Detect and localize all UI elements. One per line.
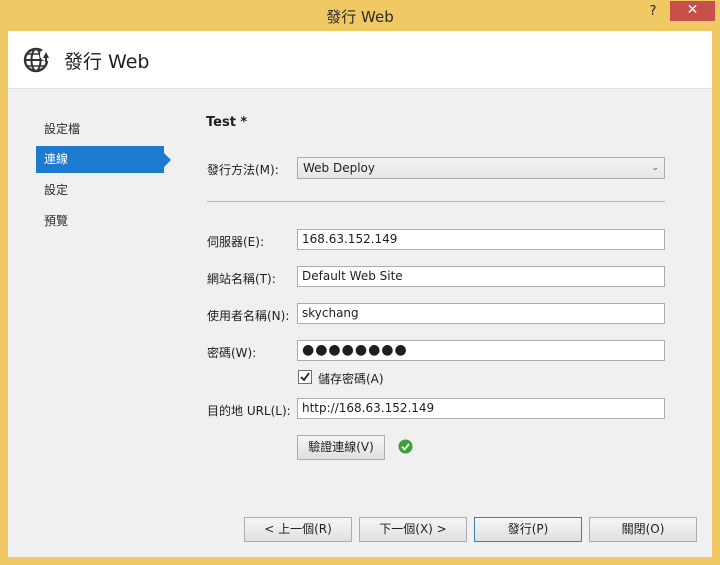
dialog-header: 發行 Web <box>8 31 712 89</box>
publish-method-label: 發行方法(M): <box>207 163 279 177</box>
success-check-icon <box>398 439 413 454</box>
nav-item-connection[interactable]: 連線 <box>36 146 164 173</box>
globe-publish-icon <box>23 47 52 73</box>
dialog-title: 發行 Web <box>64 51 150 73</box>
checkmark-icon <box>300 372 310 382</box>
active-nav-arrow-icon <box>164 153 171 167</box>
close-button[interactable]: 關閉(O) <box>589 517 697 542</box>
close-window-button[interactable]: ✕ <box>670 1 715 21</box>
publish-method-value: Web Deploy <box>303 161 375 175</box>
nav-item-profile[interactable]: 設定檔 <box>36 116 164 143</box>
window-title: 發行 Web <box>326 8 394 26</box>
profile-name: Test * <box>206 115 248 130</box>
save-password-checkbox[interactable] <box>298 370 312 384</box>
password-input[interactable]: ●●●●●●●● <box>297 340 665 361</box>
chevron-down-icon: ⌄ <box>651 163 659 173</box>
title-bar[interactable]: 發行 Web ? ✕ <box>0 0 720 31</box>
user-name-label: 使用者名稱(N): <box>207 309 290 323</box>
destination-url-input[interactable]: http://168.63.152.149 <box>297 398 665 419</box>
publish-web-window: 發行 Web ? ✕ 發行 Web 設定檔 連線 設定 預覽 Test * 發行… <box>0 0 720 565</box>
user-name-input[interactable]: skychang <box>297 303 665 324</box>
section-divider <box>207 201 665 202</box>
server-label: 伺服器(E): <box>207 235 264 249</box>
dialog-body: 設定檔 連線 設定 預覽 Test * 發行方法(M): Web Deploy … <box>8 89 712 557</box>
save-password-label[interactable]: 儲存密碼(A) <box>318 370 384 387</box>
publish-button[interactable]: 發行(P) <box>474 517 582 542</box>
publish-method-select[interactable]: Web Deploy ⌄ <box>297 157 665 179</box>
dialog-client: 發行 Web 設定檔 連線 設定 預覽 Test * 發行方法(M): Web … <box>8 31 712 557</box>
nav-item-settings[interactable]: 設定 <box>36 177 164 204</box>
help-button[interactable]: ? <box>640 2 666 22</box>
validate-connection-button[interactable]: 驗證連線(V) <box>297 435 385 460</box>
site-name-input[interactable]: Default Web Site <box>297 266 665 287</box>
next-button[interactable]: 下一個(X) > <box>359 517 467 542</box>
server-input[interactable]: 168.63.152.149 <box>297 229 665 250</box>
nav-item-preview[interactable]: 預覽 <box>36 208 164 235</box>
site-name-label: 網站名稱(T): <box>207 272 276 286</box>
destination-url-label: 目的地 URL(L): <box>207 404 291 418</box>
password-label: 密碼(W): <box>207 346 257 360</box>
previous-button[interactable]: < 上一個(R) <box>244 517 352 542</box>
